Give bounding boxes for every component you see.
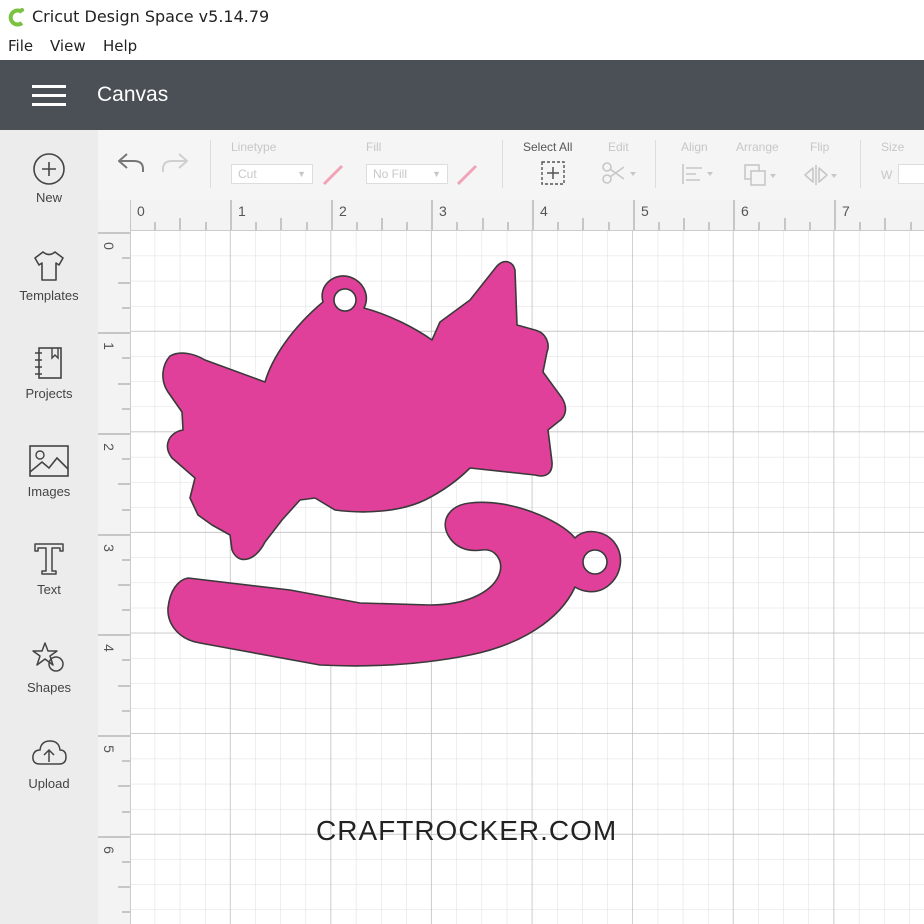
size-label: Size bbox=[881, 140, 905, 154]
ruler-number: 2 bbox=[100, 443, 117, 451]
plus-circle-icon bbox=[33, 153, 65, 185]
sidebar-item-projects[interactable]: Projects bbox=[0, 344, 98, 434]
redo-icon[interactable] bbox=[160, 150, 190, 176]
cloud-upload-icon bbox=[32, 740, 67, 765]
fill-value: No Fill bbox=[373, 167, 408, 181]
sidebar-item-upload[interactable]: Upload bbox=[0, 736, 98, 826]
edit-label: Edit bbox=[608, 140, 629, 154]
title-bar: Cricut Design Space v5.14.79 bbox=[0, 0, 924, 34]
ruler-ticks bbox=[98, 232, 130, 913]
sidebar-item-images[interactable]: Images bbox=[0, 442, 98, 532]
linetype-select[interactable]: Cut ▼ bbox=[231, 164, 313, 184]
image-icon bbox=[29, 445, 69, 477]
app-title: Cricut Design Space v5.14.79 bbox=[32, 7, 270, 26]
sidebar-item-label: New bbox=[35, 190, 62, 205]
sidebar-item-label: Images bbox=[27, 484, 71, 499]
linetype-value: Cut bbox=[238, 167, 257, 181]
ruler-number: 3 bbox=[439, 203, 447, 219]
sidebar-item-label: Projects bbox=[25, 386, 73, 401]
flip-icon[interactable] bbox=[802, 162, 842, 188]
ruler-number: 2 bbox=[339, 203, 347, 219]
ruler-number: 0 bbox=[137, 203, 145, 219]
ruler-ticks bbox=[129, 200, 912, 230]
menu-view[interactable]: View bbox=[50, 37, 86, 55]
cricut-logo-icon bbox=[8, 8, 24, 27]
linetype-color-swatch-icon[interactable] bbox=[320, 162, 346, 188]
menu-help[interactable]: Help bbox=[103, 37, 137, 55]
sidebar-item-label: Text bbox=[37, 582, 61, 597]
ruler-number: 1 bbox=[100, 342, 117, 350]
ruler-number: 5 bbox=[100, 745, 117, 753]
linetype-label: Linetype bbox=[231, 140, 277, 154]
sidebar-item-templates[interactable]: Templates bbox=[0, 248, 98, 338]
sidebar-item-shapes[interactable]: Shapes bbox=[0, 638, 98, 728]
toolbar-divider bbox=[655, 140, 656, 188]
align-label: Align bbox=[681, 140, 708, 154]
arrange-icon[interactable] bbox=[742, 162, 782, 188]
chevron-down-icon: ▼ bbox=[297, 169, 306, 179]
ruler-number: 1 bbox=[238, 203, 246, 219]
tshirt-icon bbox=[34, 251, 64, 281]
ruler-number: 3 bbox=[100, 544, 117, 552]
ruler-number: 7 bbox=[842, 203, 850, 219]
toolbar-divider bbox=[210, 140, 211, 188]
flip-label: Flip bbox=[810, 140, 830, 154]
undo-icon[interactable] bbox=[116, 150, 146, 176]
scissors-icon[interactable] bbox=[600, 160, 640, 186]
fill-label: Fill bbox=[366, 140, 382, 154]
edit-toolbar: Linetype Cut ▼ Fill No Fill ▼ Select All… bbox=[98, 130, 924, 200]
toolbar-divider bbox=[860, 140, 861, 188]
notebook-icon bbox=[35, 347, 62, 379]
left-sidebar: New Templates Projects Images Text Shape… bbox=[0, 130, 98, 924]
shapes-icon bbox=[32, 642, 64, 672]
ruler-corner bbox=[98, 200, 130, 230]
sidebar-item-label: Templates bbox=[19, 288, 79, 303]
size-width-label: W bbox=[881, 168, 893, 182]
arrange-label: Arrange bbox=[736, 140, 779, 154]
sidebar-item-label: Shapes bbox=[26, 680, 72, 695]
toolbar-divider bbox=[502, 140, 503, 188]
ruler-number: 5 bbox=[641, 203, 649, 219]
sidebar-item-text[interactable]: Text bbox=[0, 540, 98, 630]
ruler-horizontal: 0 1 2 3 4 5 6 7 bbox=[98, 200, 924, 231]
sidebar-item-new[interactable]: New bbox=[0, 152, 98, 242]
sidebar-item-label: Upload bbox=[28, 776, 70, 791]
size-width-input[interactable] bbox=[898, 164, 924, 184]
canvas-header: Canvas bbox=[0, 60, 924, 130]
ruler-number: 6 bbox=[100, 846, 117, 854]
watermark-text: CRAFTROCKER.COM bbox=[316, 815, 618, 846]
ruler-number: 0 bbox=[100, 242, 117, 250]
menu-bar: File View Help bbox=[0, 34, 924, 60]
ruler-number: 4 bbox=[100, 644, 117, 652]
ruler-number: 4 bbox=[540, 203, 548, 219]
select-all-label: Select All bbox=[523, 140, 573, 154]
select-all-icon[interactable] bbox=[540, 160, 566, 186]
fill-color-swatch-icon[interactable] bbox=[454, 162, 480, 188]
ruler-vertical: 0 1 2 3 4 5 6 bbox=[98, 230, 131, 924]
align-icon[interactable] bbox=[680, 162, 718, 186]
page-title: Canvas bbox=[97, 83, 169, 106]
fill-select[interactable]: No Fill ▼ bbox=[366, 164, 448, 184]
menu-file[interactable]: File bbox=[8, 37, 33, 55]
hamburger-menu-icon[interactable] bbox=[32, 85, 66, 107]
ruler-number: 6 bbox=[741, 203, 749, 219]
text-t-icon bbox=[34, 543, 64, 575]
chevron-down-icon: ▼ bbox=[432, 169, 441, 179]
